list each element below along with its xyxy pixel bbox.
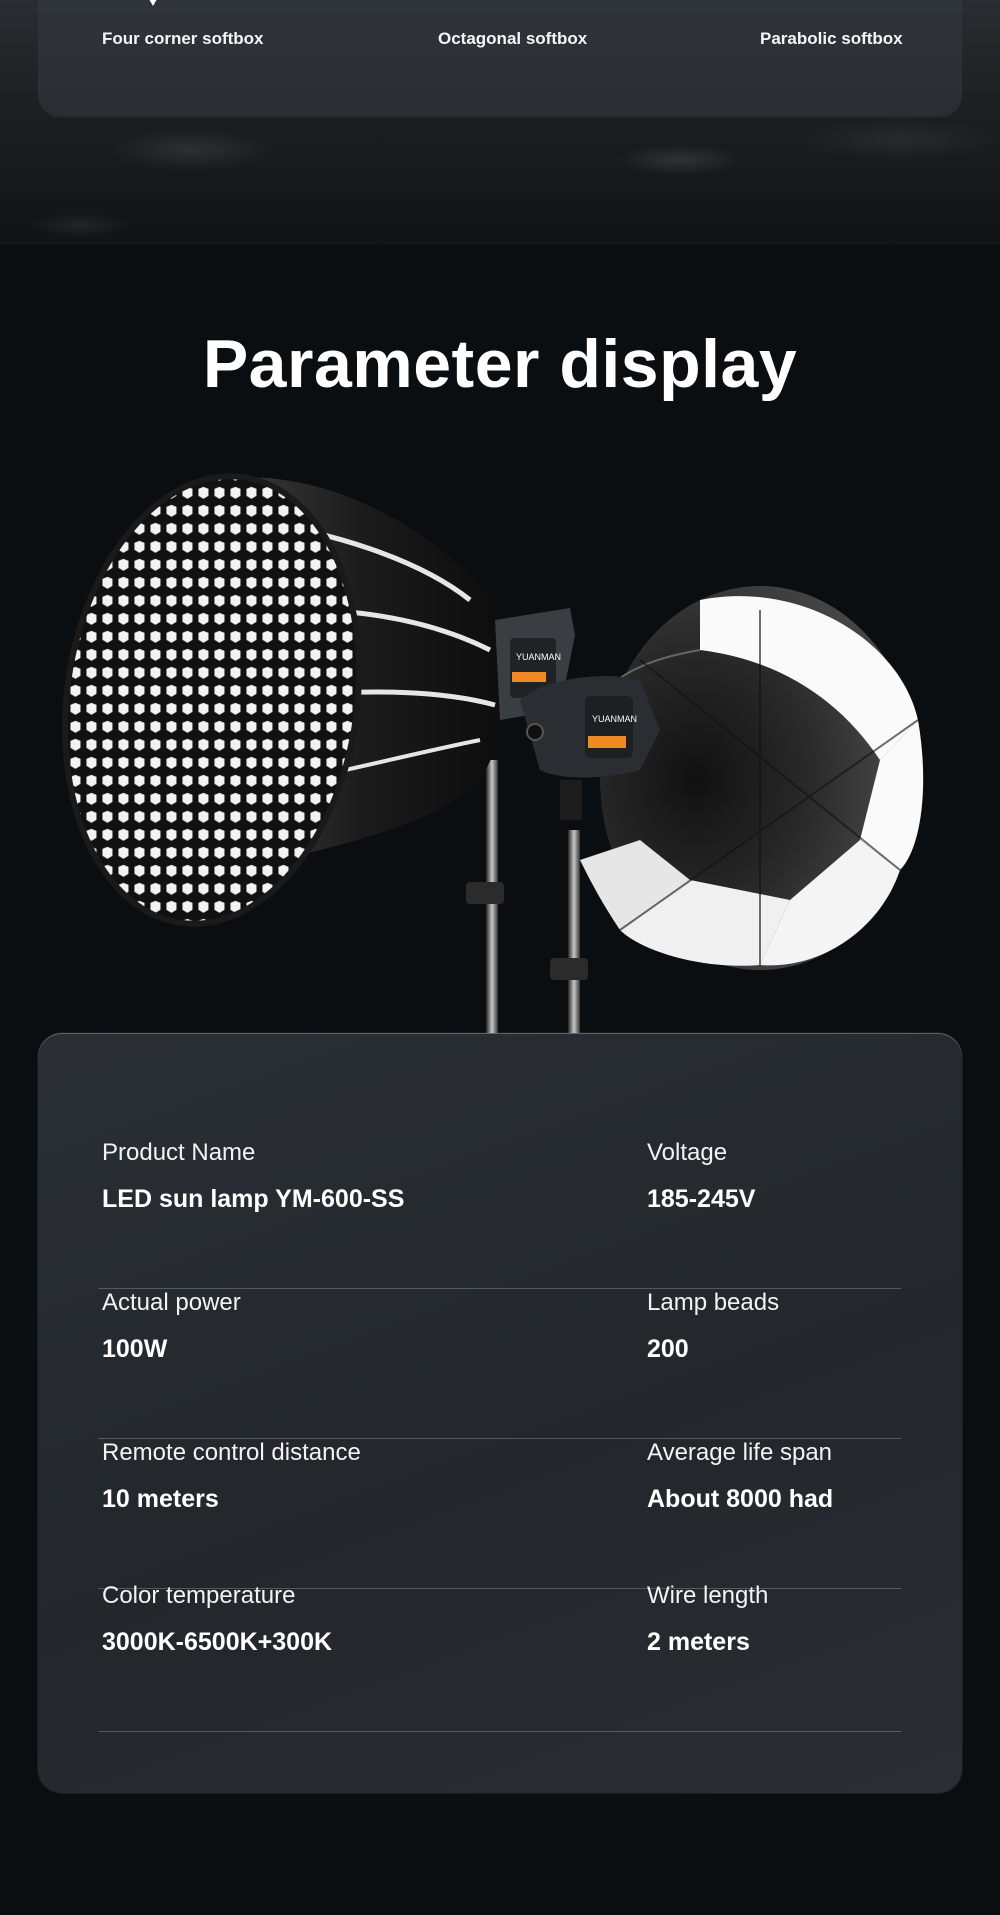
param-row: Product Name LED sun lamp YM-600-SS Volt… — [98, 1138, 901, 1289]
param-row: Color temperature 3000K-6500K+300K Wire … — [98, 1581, 901, 1732]
svg-text:YUANMAN: YUANMAN — [516, 652, 561, 662]
param-value: LED sun lamp YM-600-SS — [102, 1185, 405, 1213]
param-row: Actual power 100W Lamp beads 200 — [98, 1288, 901, 1439]
product-illustration: YUANMAN YUANMAN — [62, 473, 924, 1040]
param-label: Voltage — [647, 1139, 728, 1166]
param-label: Wire length — [647, 1582, 769, 1609]
softbox-type-four-corner[interactable]: Four corner softbox — [102, 29, 264, 49]
softbox-type-octagonal[interactable]: Octagonal softbox — [438, 29, 587, 49]
param-value: 100W — [102, 1335, 168, 1363]
param-value: 185-245V — [647, 1185, 756, 1213]
section-title: Parameter display — [202, 326, 798, 402]
param-value: About 8000 had — [647, 1485, 834, 1513]
softbox-type-parabolic[interactable]: Parabolic softbox — [760, 29, 903, 49]
param-label: Lamp beads — [647, 1289, 780, 1316]
right-stand-pole — [568, 830, 580, 1040]
param-label: Actual power — [102, 1289, 241, 1316]
param-row: Remote control distance 10 meters Averag… — [98, 1438, 901, 1589]
param-value: 200 — [647, 1335, 689, 1363]
svg-text:YUANMAN: YUANMAN — [592, 714, 637, 724]
param-label: Color temperature — [102, 1582, 296, 1609]
selection-pointer-icon — [149, 0, 157, 6]
param-label: Product Name — [102, 1139, 256, 1166]
param-label: Average life span — [647, 1439, 833, 1466]
param-value: 2 meters — [647, 1628, 750, 1656]
parameter-card: Product Name LED sun lamp YM-600-SS Volt… — [38, 1033, 962, 1793]
param-label: Remote control distance — [102, 1439, 361, 1466]
param-value: 3000K-6500K+300K — [102, 1628, 333, 1656]
param-value: 10 meters — [102, 1485, 219, 1513]
softbox-type-card: Four corner softbox Octagonal softbox Pa… — [38, 0, 962, 116]
top-banner: Four corner softbox Octagonal softbox Pa… — [0, 0, 1000, 245]
